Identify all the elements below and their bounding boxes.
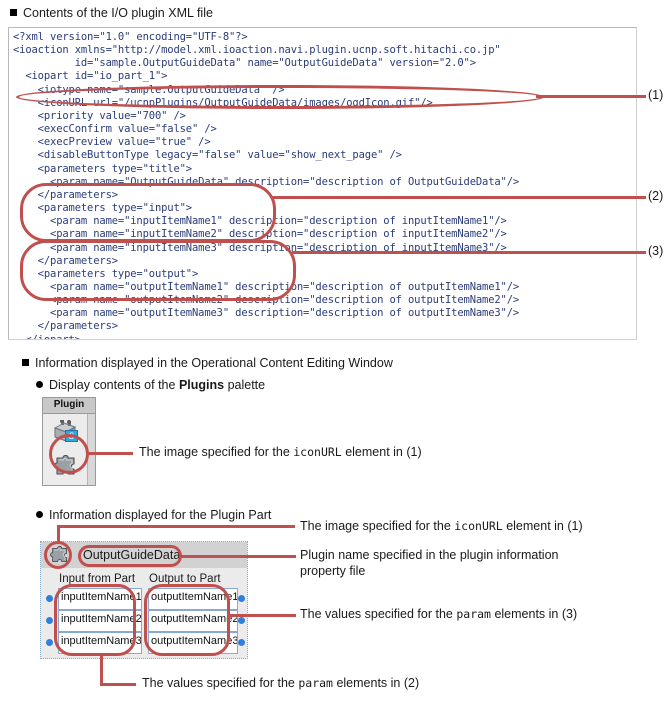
- palette-bullet-post: palette: [224, 378, 266, 392]
- callout-output-values-post: elements in (3): [490, 607, 578, 621]
- callout-input-values-mono: param: [298, 676, 333, 690]
- annotation-ellipse-iconurl: [16, 85, 544, 109]
- square-bullet-icon-2: [22, 359, 29, 366]
- callout-palette-icon-pre: The image specified for the: [139, 445, 294, 459]
- callout-plugin-name-line1: Plugin name specified in the plugin info…: [300, 548, 559, 562]
- annotation-leader-2: [272, 196, 646, 199]
- annotation-leader-1: [536, 95, 646, 98]
- callout-input-values: The values specified for the param eleme…: [142, 675, 419, 691]
- annotation-rect-output-params: [20, 240, 296, 301]
- callout-output-values-pre: The values specified for the: [300, 607, 457, 621]
- input-port-2[interactable]: [46, 617, 53, 624]
- callout-output-values-mono: param: [456, 607, 491, 621]
- callout-input-values-pre: The values specified for the: [142, 676, 299, 690]
- annotation-leader-palette-icon: [88, 452, 133, 455]
- info-section-heading: Information displayed in the Operational…: [22, 356, 393, 371]
- output-port-1[interactable]: [238, 595, 245, 602]
- output-port-2[interactable]: [238, 617, 245, 624]
- annotation-rect-input-params: [20, 183, 276, 242]
- round-bullet-icon-2: [36, 511, 43, 518]
- annotation-rect-plugin-name: [78, 545, 182, 567]
- xml-section-heading: Contents of the I/O plugin XML file: [10, 6, 213, 21]
- input-port-1[interactable]: [46, 595, 53, 602]
- xml-section-heading-label: Contents of the I/O plugin XML file: [23, 6, 213, 20]
- annotation-leader-output-values: [228, 614, 296, 617]
- annotation-rect-output-values: [144, 584, 230, 656]
- plugin-part-bullet-heading: Information displayed for the Plugin Par…: [36, 508, 271, 523]
- square-bullet-icon: [10, 9, 17, 16]
- palette-tab-plugin[interactable]: Plugin: [42, 397, 96, 413]
- ref-label-2: (2): [648, 189, 664, 203]
- callout-palette-icon-mono: iconURL: [293, 445, 342, 459]
- ref-label-1: (1): [648, 88, 664, 102]
- palette-bullet-pre: Display contents of the: [49, 378, 179, 392]
- annotation-leader-input-values: [100, 683, 136, 686]
- palette-bullet-bold: Plugins: [178, 378, 225, 392]
- callout-output-values: The values specified for the param eleme…: [300, 606, 577, 622]
- info-section-heading-label: Information displayed in the Operational…: [35, 356, 393, 370]
- callout-palette-icon-post: element in (1): [341, 445, 422, 459]
- callout-part-icon-mono: iconURL: [454, 519, 503, 533]
- callout-plugin-name: Plugin name specified in the plugin info…: [300, 547, 559, 579]
- callout-palette-icon: The image specified for the iconURL elem…: [139, 444, 422, 460]
- annotation-elbow-vertical-input-values: [100, 653, 103, 686]
- callout-part-icon: The image specified for the iconURL elem…: [300, 518, 583, 534]
- annotation-leader-part-icon: [57, 525, 295, 528]
- annotation-ellipse-palette-icon: [49, 434, 89, 474]
- ref-label-3: (3): [648, 244, 664, 258]
- round-bullet-icon: [36, 381, 43, 388]
- annotation-leader-plugin-name: [180, 555, 296, 558]
- annotation-ellipse-part-icon: [44, 541, 72, 569]
- output-port-3[interactable]: [238, 639, 245, 646]
- callout-part-icon-pre: The image specified for the: [300, 519, 455, 533]
- input-port-3[interactable]: [46, 639, 53, 646]
- callout-plugin-name-line2: property file: [300, 564, 366, 578]
- callout-input-values-post: elements in (2): [332, 676, 420, 690]
- callout-part-icon-post: element in (1): [502, 519, 583, 533]
- palette-bullet-heading: Display contents of the Plugins palette: [36, 378, 265, 393]
- annotation-rect-input-values: [54, 584, 136, 656]
- plugin-part-bullet-label: Information displayed for the Plugin Par…: [49, 508, 272, 522]
- annotation-leader-3: [292, 251, 646, 254]
